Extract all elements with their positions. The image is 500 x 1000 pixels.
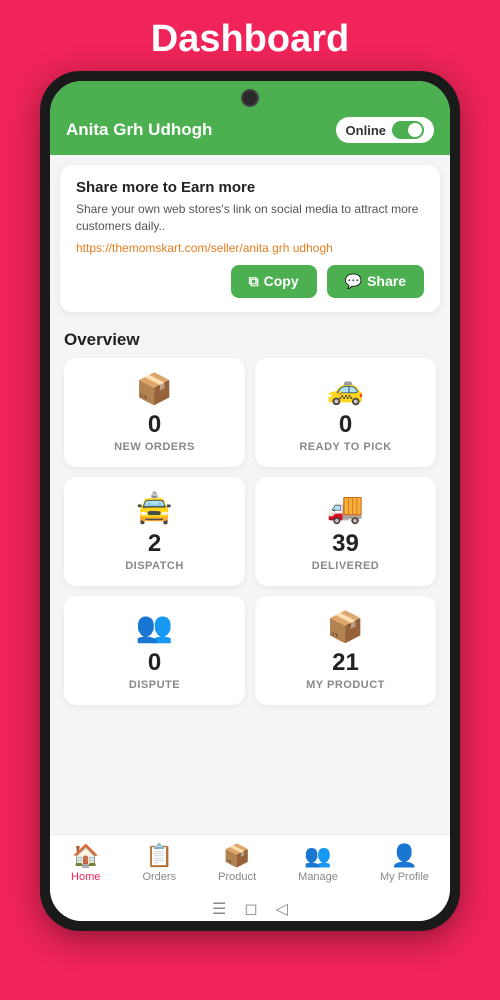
overview-section: Overview 📦 0 NEW ORDERS 🚕 0 READY TO PIC… bbox=[50, 322, 450, 709]
nav-icon: 👥 bbox=[304, 843, 331, 869]
stat-icon: 📦 bbox=[136, 372, 173, 407]
stat-card[interactable]: 📦 0 NEW ORDERS bbox=[64, 358, 245, 467]
nav-label: Product bbox=[218, 871, 256, 883]
stat-icon: 📦 bbox=[327, 610, 364, 645]
nav-label: Home bbox=[71, 871, 100, 883]
stat-label: MY PRODUCT bbox=[306, 679, 385, 691]
stat-label: DISPATCH bbox=[125, 560, 184, 572]
stat-value: 0 bbox=[148, 649, 161, 677]
stats-grid: 📦 0 NEW ORDERS 🚕 0 READY TO PICK 🚖 2 DIS… bbox=[64, 358, 436, 705]
nav-icon: 👤 bbox=[391, 843, 418, 869]
stat-value: 21 bbox=[332, 649, 359, 677]
stat-card[interactable]: 📦 21 MY PRODUCT bbox=[255, 596, 436, 705]
stat-card[interactable]: 🚖 2 DISPATCH bbox=[64, 477, 245, 586]
nav-item-orders[interactable]: 📋 Orders bbox=[142, 843, 176, 883]
stat-label: NEW ORDERS bbox=[114, 441, 195, 453]
menu-indicator: ☰ bbox=[212, 899, 226, 919]
phone-bottom-indicators: ☰ ◻ ◁ bbox=[50, 893, 450, 921]
stat-icon: 🚕 bbox=[327, 372, 364, 407]
nav-item-home[interactable]: 🏠 Home bbox=[71, 843, 100, 883]
nav-icon: 🏠 bbox=[72, 843, 99, 869]
stat-icon: 👥 bbox=[136, 610, 173, 645]
online-toggle[interactable] bbox=[392, 121, 424, 139]
stat-label: DISPUTE bbox=[129, 679, 180, 691]
page-title: Dashboard bbox=[0, 18, 500, 61]
stat-card[interactable]: 👥 0 DISPUTE bbox=[64, 596, 245, 705]
user-name: Anita Grh Udhogh bbox=[66, 120, 212, 140]
stat-icon: 🚖 bbox=[136, 491, 173, 526]
copy-label: Copy bbox=[264, 273, 299, 289]
nav-item-my-profile[interactable]: 👤 My Profile bbox=[380, 843, 429, 883]
copy-button[interactable]: ⧉ Copy bbox=[231, 265, 317, 298]
share-button[interactable]: 💬 Share bbox=[327, 265, 424, 298]
nav-label: Manage bbox=[298, 871, 338, 883]
stat-card[interactable]: 🚚 39 DELIVERED bbox=[255, 477, 436, 586]
stat-icon: 🚚 bbox=[327, 491, 364, 526]
share-card: Share more to Earn more Share your own w… bbox=[60, 165, 440, 312]
toggle-knob bbox=[408, 123, 422, 137]
nav-icon: 📦 bbox=[223, 843, 250, 869]
overview-title: Overview bbox=[64, 330, 436, 350]
page-header: Dashboard bbox=[0, 0, 500, 71]
bottom-nav: 🏠 Home 📋 Orders 📦 Product 👥 Manage 👤 My … bbox=[50, 834, 450, 893]
phone-screen: Anita Grh Udhogh Online Share more to Ea… bbox=[50, 81, 450, 921]
share-label: Share bbox=[367, 273, 406, 289]
share-card-actions: ⧉ Copy 💬 Share bbox=[76, 265, 424, 298]
stat-value: 0 bbox=[148, 411, 161, 439]
stat-card[interactable]: 🚕 0 READY TO PICK bbox=[255, 358, 436, 467]
phone-wrapper: Anita Grh Udhogh Online Share more to Ea… bbox=[40, 71, 460, 931]
online-label: Online bbox=[346, 123, 386, 138]
nav-label: Orders bbox=[142, 871, 176, 883]
copy-icon: ⧉ bbox=[249, 273, 259, 290]
nav-item-manage[interactable]: 👥 Manage bbox=[298, 843, 338, 883]
stat-value: 39 bbox=[332, 530, 359, 558]
nav-item-product[interactable]: 📦 Product bbox=[218, 843, 256, 883]
nav-label: My Profile bbox=[380, 871, 429, 883]
phone-notch bbox=[241, 89, 259, 107]
home-indicator: ◻ bbox=[244, 899, 257, 919]
share-icon: 💬 bbox=[345, 273, 362, 290]
share-card-title: Share more to Earn more bbox=[76, 179, 424, 196]
nav-icon: 📋 bbox=[146, 843, 173, 869]
back-indicator: ◁ bbox=[276, 899, 288, 919]
online-badge[interactable]: Online bbox=[336, 117, 434, 143]
share-card-link[interactable]: https://themomskart.com/seller/anita grh… bbox=[76, 241, 424, 255]
share-card-description: Share your own web stores's link on soci… bbox=[76, 201, 424, 235]
stat-label: DELIVERED bbox=[312, 560, 379, 572]
stat-value: 0 bbox=[339, 411, 352, 439]
stat-label: READY TO PICK bbox=[299, 441, 391, 453]
stat-value: 2 bbox=[148, 530, 161, 558]
